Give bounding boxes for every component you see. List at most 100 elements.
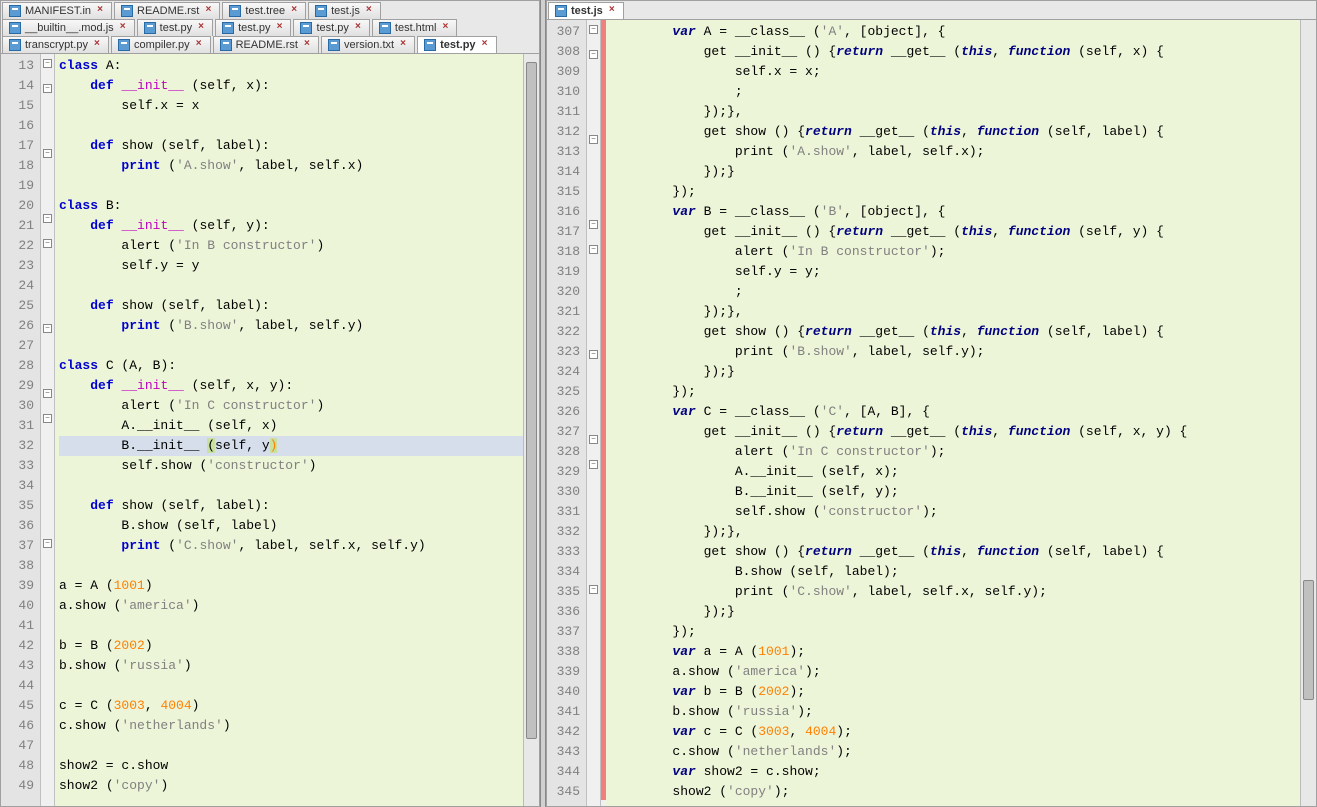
code-line[interactable]: alert ('In B constructor'); <box>610 242 1312 262</box>
code-line[interactable]: get __init__ () {return __get__ (this, f… <box>610 222 1312 242</box>
code-line[interactable]: get __init__ () {return __get__ (this, f… <box>610 42 1312 62</box>
code-line[interactable]: print ('A.show', label, self.x) <box>59 156 535 176</box>
fold-marker[interactable]: − <box>41 84 54 104</box>
fold-marker[interactable] <box>587 155 600 175</box>
code-line[interactable]: B.__init__ (self, y); <box>610 482 1312 502</box>
code-line[interactable] <box>59 116 535 136</box>
code-line[interactable]: def __init__ (self, x, y): <box>59 376 535 396</box>
code-line[interactable]: self.y = y; <box>610 262 1312 282</box>
tab-close-icon[interactable]: × <box>302 40 312 50</box>
fold-marker[interactable] <box>587 265 600 285</box>
file-tab[interactable]: test.py× <box>417 36 496 53</box>
code-line[interactable]: });} <box>610 362 1312 382</box>
fold-marker[interactable] <box>587 175 600 195</box>
code-line[interactable]: A.__init__ (self, x); <box>610 462 1312 482</box>
fold-marker[interactable] <box>587 540 600 560</box>
tab-close-icon[interactable]: × <box>364 6 374 16</box>
fold-marker[interactable] <box>587 605 600 625</box>
fold-marker[interactable] <box>41 679 54 699</box>
code-line[interactable] <box>59 476 535 496</box>
fold-marker[interactable] <box>587 745 600 765</box>
tab-close-icon[interactable]: × <box>480 40 490 50</box>
file-tab[interactable]: __builtin__.mod.js× <box>2 19 135 36</box>
code-line[interactable] <box>59 276 535 296</box>
code-line[interactable] <box>59 176 535 196</box>
fold-marker[interactable] <box>41 579 54 599</box>
fold-marker[interactable]: − <box>41 324 54 344</box>
code-line[interactable]: def __init__ (self, y): <box>59 216 535 236</box>
code-line[interactable] <box>59 616 535 636</box>
fold-marker[interactable]: − <box>587 350 600 370</box>
fold-marker[interactable] <box>587 410 600 430</box>
code-line[interactable]: self.show ('constructor') <box>59 456 535 476</box>
tab-close-icon[interactable]: × <box>398 40 408 50</box>
code-line[interactable]: a.show ('america') <box>59 596 535 616</box>
fold-marker[interactable] <box>41 619 54 639</box>
code-line[interactable]: def __init__ (self, x): <box>59 76 535 96</box>
fold-marker[interactable] <box>587 285 600 305</box>
code-line[interactable]: get show () {return __get__ (this, funct… <box>610 322 1312 342</box>
code-line[interactable]: show2 = c.show <box>59 756 535 776</box>
fold-marker[interactable] <box>587 685 600 705</box>
fold-marker[interactable] <box>41 779 54 799</box>
code-line[interactable] <box>59 556 535 576</box>
left-code-area[interactable]: class A: def __init__ (self, x): self.x … <box>55 54 539 806</box>
file-tab[interactable]: MANIFEST.in× <box>2 2 112 19</box>
fold-marker[interactable]: − <box>587 25 600 45</box>
fold-marker[interactable]: − <box>41 149 54 169</box>
code-line[interactable]: b.show ('russia'); <box>610 702 1312 722</box>
code-line[interactable]: b.show ('russia') <box>59 656 535 676</box>
code-line[interactable]: var A = __class__ ('A', [object], { <box>610 22 1312 42</box>
code-line[interactable]: print ('C.show', label, self.x, self.y) <box>59 536 535 556</box>
fold-marker[interactable]: − <box>41 59 54 79</box>
code-line[interactable]: show2 ('copy') <box>59 776 535 796</box>
fold-marker[interactable] <box>587 325 600 345</box>
code-line[interactable]: alert ('In C constructor'); <box>610 442 1312 462</box>
file-tab[interactable]: README.rst× <box>114 2 220 19</box>
fold-marker[interactable] <box>41 659 54 679</box>
left-editor[interactable]: 1314151617181920212223242526272829303132… <box>1 54 539 806</box>
fold-marker[interactable]: − <box>41 239 54 259</box>
file-tab[interactable]: test.tree× <box>222 2 306 19</box>
fold-marker[interactable] <box>41 189 54 209</box>
code-line[interactable]: });}, <box>610 102 1312 122</box>
fold-marker[interactable] <box>587 665 600 685</box>
fold-marker[interactable] <box>587 560 600 580</box>
code-line[interactable]: var C = __class__ ('C', [A, B], { <box>610 402 1312 422</box>
code-line[interactable]: self.x = x; <box>610 62 1312 82</box>
fold-marker[interactable]: − <box>41 214 54 234</box>
code-line[interactable]: print ('C.show', label, self.x, self.y); <box>610 582 1312 602</box>
file-tab[interactable]: transcrypt.py× <box>2 36 109 53</box>
right-fold-column[interactable]: −−−−−−−−− <box>587 20 601 806</box>
tab-close-icon[interactable]: × <box>118 23 128 33</box>
file-tab[interactable]: compiler.py× <box>111 36 211 53</box>
left-scrollbar[interactable] <box>523 54 539 806</box>
file-tab[interactable]: test.js× <box>308 2 381 19</box>
code-line[interactable]: get show () {return __get__ (this, funct… <box>610 122 1312 142</box>
code-line[interactable]: c.show ('netherlands') <box>59 716 535 736</box>
code-line[interactable]: var B = __class__ ('B', [object], { <box>610 202 1312 222</box>
fold-marker[interactable] <box>587 195 600 215</box>
code-line[interactable]: var show2 = c.show; <box>610 762 1312 782</box>
code-line[interactable]: a = A (1001) <box>59 576 535 596</box>
code-line[interactable]: class A: <box>59 56 535 76</box>
code-line[interactable]: class C (A, B): <box>59 356 535 376</box>
fold-marker[interactable] <box>41 299 54 319</box>
code-line[interactable]: });}, <box>610 302 1312 322</box>
fold-marker[interactable] <box>587 725 600 745</box>
tab-close-icon[interactable]: × <box>194 40 204 50</box>
tab-close-icon[interactable]: × <box>353 23 363 33</box>
fold-marker[interactable] <box>41 124 54 144</box>
right-editor[interactable]: 3073083093103113123133143153163173183193… <box>547 20 1316 806</box>
fold-marker[interactable] <box>41 344 54 364</box>
code-line[interactable]: }); <box>610 382 1312 402</box>
code-line[interactable]: a.show ('america'); <box>610 662 1312 682</box>
tab-close-icon[interactable]: × <box>440 23 450 33</box>
file-tab[interactable]: test.js× <box>548 2 624 19</box>
code-line[interactable]: });}, <box>610 522 1312 542</box>
code-line[interactable]: }); <box>610 182 1312 202</box>
code-line[interactable]: A.__init__ (self, x) <box>59 416 535 436</box>
tab-close-icon[interactable]: × <box>203 6 213 16</box>
fold-marker[interactable]: − <box>41 539 54 559</box>
fold-marker[interactable] <box>587 785 600 805</box>
